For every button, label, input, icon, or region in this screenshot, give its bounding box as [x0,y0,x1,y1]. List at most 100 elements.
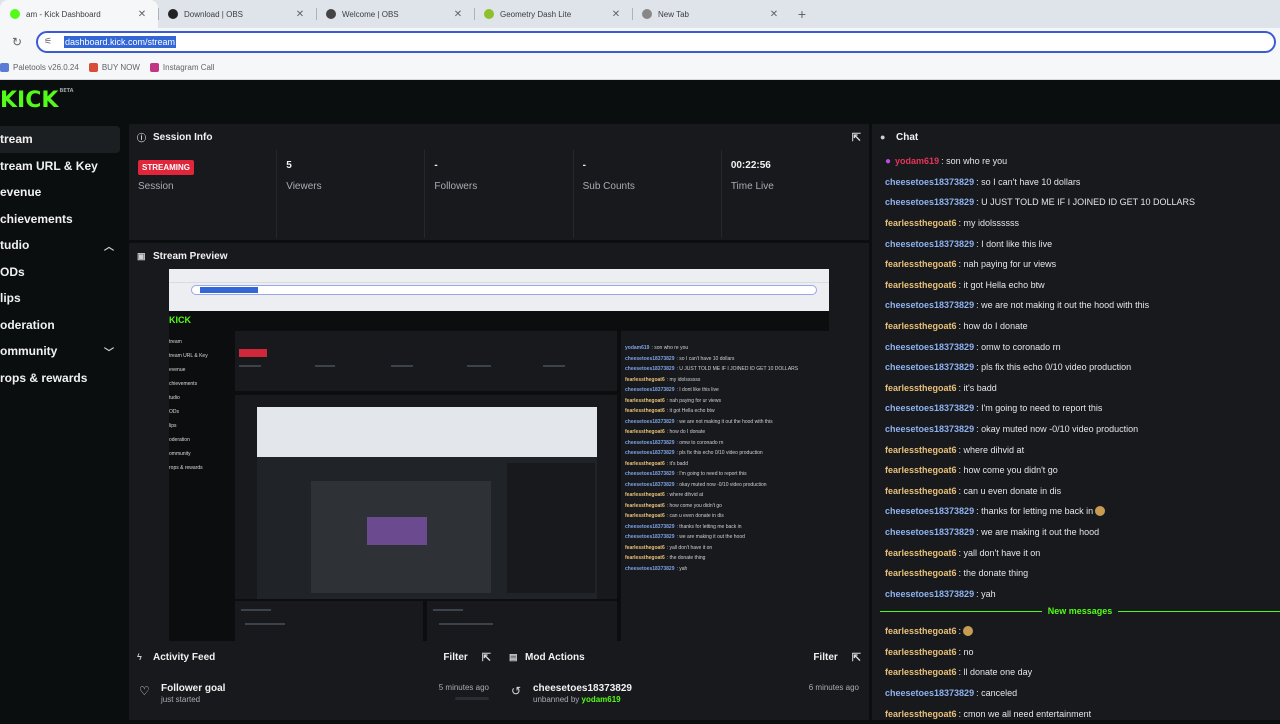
address-bar[interactable]: ⚟ dashboard.kick.com/stream [36,30,1276,53]
chat-message-list[interactable]: ● yodam619: son who re you cheesetoes18373… [885,151,1280,604]
preview-mini-chat-line: cheesetoes18373829: yah [625,564,829,575]
stat-value: - [434,160,438,171]
chat-username[interactable]: fearlessthegoat6 [885,280,957,290]
activity-feed-title: Activity Feed [153,651,216,663]
popout-icon[interactable]: ⇱ [482,651,491,664]
sidebar-item[interactable]: lips [0,285,120,312]
preview-mini-text: : U JUST TOLD ME IF I JOINED ID GET 10 D… [676,366,799,373]
sidebar-item[interactable]: oderation [0,312,120,339]
chat-username[interactable]: cheesetoes18373829 [885,589,974,599]
lightning-icon: ϟ [137,652,142,662]
chat-username[interactable]: fearlessthegoat6 [885,709,957,719]
close-icon[interactable]: ✕ [294,9,306,20]
kick-dashboard: KICKBETA tream tream URL & Key evenue chiev… [0,80,1280,720]
monitor-icon: ▣ [137,250,146,261]
chat-message: fearlessthegoat6: nah paying for ur view… [885,254,1280,275]
chat-text: : ll donate one day [958,667,1033,678]
preview-mini-username: cheesetoes18373829 [625,366,675,373]
mod-actions-header: ▤ Mod Actions Filter ⇱ [501,643,869,671]
mod-filter-button[interactable]: Filter [813,652,837,663]
chat-text: : pls fix this echo 0/10 video productio… [976,362,1132,373]
preview-mini-chat-line: cheesetoes18373829: so I can't have 10 d… [625,354,829,365]
sidebar-item[interactable]: ODs [0,259,120,286]
chat-username[interactable]: fearlessthegoat6 [885,667,957,677]
chevron-icon[interactable]: ﹀ [104,344,114,359]
chat-username[interactable]: yodam619 [895,156,939,166]
popout-icon[interactable]: ⇱ [852,131,861,144]
preview-mini-username: cheesetoes18373829 [625,471,675,478]
chat-username[interactable]: cheesetoes18373829 [885,527,974,537]
browser-tab[interactable]: am - Kick Dashboard ✕ [0,0,158,28]
browser-tab[interactable]: New Tab ✕ [632,0,790,28]
chat-username[interactable]: cheesetoes18373829 [885,342,974,352]
chat-username[interactable]: fearlessthegoat6 [885,321,957,331]
chat-username[interactable]: fearlessthegoat6 [885,647,957,657]
chat-username[interactable]: cheesetoes18373829 [885,300,974,310]
chat-username[interactable]: fearlessthegoat6 [885,626,957,636]
chat-username[interactable]: cheesetoes18373829 [885,506,974,516]
sidebar-item-label: ODs [0,264,25,279]
browser-tab[interactable]: Welcome | OBS ✕ [316,0,474,28]
tab-favicon-icon [642,9,652,19]
activity-filter-button[interactable]: Filter [443,652,467,663]
preview-mini-text: : how do I donate [666,429,706,436]
stat-label: Session [138,181,174,192]
popout-icon[interactable]: ⇱ [852,651,861,664]
close-icon[interactable]: ✕ [452,9,464,20]
stream-video-frame[interactable]: KICK tream tream URL & Key evenue chievemen… [169,269,829,641]
shield-icon: ▤ [509,651,518,662]
sidebar-item[interactable]: ommunity ﹀ [0,338,120,365]
close-icon[interactable]: ✕ [610,9,622,20]
bookmark-item[interactable]: Paletools v26.0.24 [0,62,79,72]
chat-new-message-list[interactable]: fearlessthegoat6: fearlessthegoat6: no fe… [885,621,1280,724]
reload-icon[interactable]: ↻ [12,35,32,49]
bookmark-item[interactable]: BUY NOW [88,62,140,72]
preview-mini-chat-line: cheesetoes18373829: I dont like this liv… [625,385,829,396]
close-icon[interactable]: ✕ [136,9,148,20]
preview-mini-text: : my idolssssss [666,376,701,383]
chat-username[interactable]: fearlessthegoat6 [885,486,957,496]
site-settings-icon[interactable]: ⚟ [44,36,58,47]
chat-username[interactable]: cheesetoes18373829 [885,197,974,207]
sidebar-item[interactable]: tudio ︿ [0,232,120,259]
bookmark-label: Paletools v26.0.24 [13,62,79,72]
mod-action-user[interactable]: cheesetoes18373829 [533,683,809,694]
browser-tab[interactable]: Download | OBS ✕ [158,0,316,28]
sidebar-item[interactable]: chievements [0,206,120,233]
new-tab-button[interactable]: + [790,0,814,28]
sidebar-item[interactable]: tream URL & Key [0,153,120,180]
chat-username[interactable]: fearlessthegoat6 [885,383,957,393]
chat-username[interactable]: fearlessthegoat6 [885,259,957,269]
chat-username[interactable]: fearlessthegoat6 [885,548,957,558]
sidebar-item[interactable]: rops & rewards [0,365,120,392]
chat-username[interactable]: fearlessthegoat6 [885,568,957,578]
chat-username[interactable]: cheesetoes18373829 [885,239,974,249]
preview-mini-username: cheesetoes18373829 [625,523,675,530]
bookmark-icon [0,62,9,72]
sidebar-item-label: lips [0,291,21,306]
chat-username[interactable]: cheesetoes18373829 [885,688,974,698]
chat-username[interactable]: cheesetoes18373829 [885,424,974,434]
chat-username[interactable]: fearlessthegoat6 [885,445,957,455]
bookmark-item[interactable]: Instagram Call [149,62,214,72]
url-text[interactable]: dashboard.kick.com/stream [64,35,177,48]
preview-mini-username: yodam619 [625,345,650,352]
kick-logo[interactable]: KICKBETA [0,88,74,113]
browser-tab[interactable]: Geometry Dash Lite ✕ [474,0,632,28]
sidebar-item[interactable]: tream [0,126,120,153]
sidebar-item-label: tudio [0,238,30,253]
chat-username[interactable]: cheesetoes18373829 [885,177,974,187]
chat-username[interactable]: cheesetoes18373829 [885,403,974,413]
sidebar-item-label: rops & rewards [0,370,88,385]
close-icon[interactable]: ✕ [768,9,780,20]
chat-username[interactable]: fearlessthegoat6 [885,218,957,228]
sidebar-item[interactable]: evenue [0,179,120,206]
preview-mini-text: : I dont like this live [676,387,719,394]
chat-message: fearlessthegoat6: [885,621,1280,642]
chevron-icon[interactable]: ︿ [104,238,114,253]
chat-username[interactable]: cheesetoes18373829 [885,362,974,372]
chat-username[interactable]: fearlessthegoat6 [885,465,957,475]
mod-action-by[interactable]: yodam619 [582,695,621,704]
chat-message: cheesetoes18373829: okay muted now -0/10… [885,419,1280,440]
new-messages-divider[interactable]: New messages [880,605,1280,617]
